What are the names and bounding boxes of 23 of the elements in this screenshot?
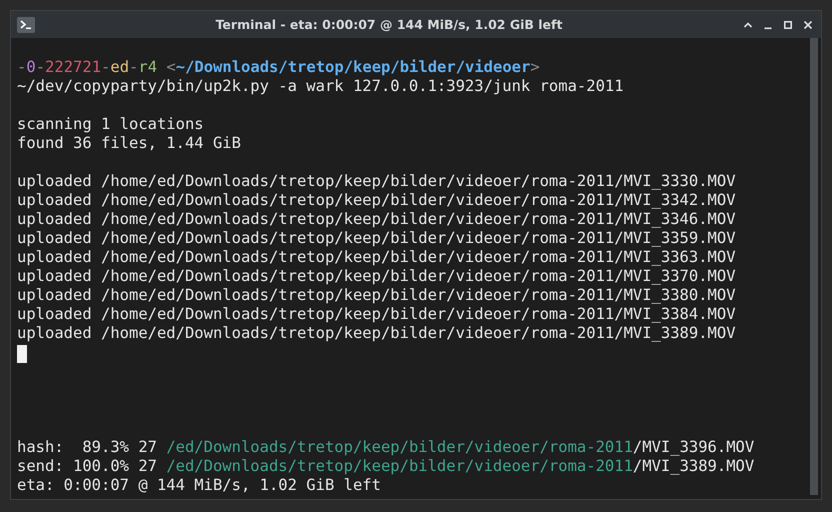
maximize-icon[interactable] [783, 20, 793, 30]
terminal-line: uploaded /home/ed/Downloads/tretop/keep/bilder/videoer/roma-2011/MVI_3342.MOV [17, 191, 737, 210]
terminal-line: uploaded /home/ed/Downloads/tretop/keep/bilder/videoer/roma-2011/MVI_3370.MOV [17, 267, 737, 286]
caret-up-icon[interactable] [743, 20, 753, 30]
status-line: hash: 89.3% 27 /ed/Downloads/tretop/keep/bilder/videoer/roma-2011/MVI_3396.MOV [17, 438, 756, 457]
status-line: send: 100.0% 27 /ed/Downloads/tretop/keep/bilder/videoer/roma-2011/MVI_3389.MOV [17, 457, 756, 476]
terminal-line: ~/dev/copyparty/bin/up2k.py -a wark 127.0.0.1:3923/junk roma-2011 [17, 77, 625, 96]
terminal-line: -0-222721-ed-r4 <~/Downloads/tretop/keep/bilder/videoer> [17, 58, 541, 77]
terminal-icon[interactable] [17, 16, 35, 32]
terminal-line: uploaded /home/ed/Downloads/tretop/keep/bilder/videoer/roma-2011/MVI_3330.MOV [17, 172, 737, 191]
terminal-line: uploaded /home/ed/Downloads/tretop/keep/bilder/videoer/roma-2011/MVI_3380.MOV [17, 286, 737, 305]
terminal-line: uploaded /home/ed/Downloads/tretop/keep/bilder/videoer/roma-2011/MVI_3389.MOV [17, 324, 737, 343]
terminal-line: uploaded /home/ed/Downloads/tretop/keep/bilder/videoer/roma-2011/MVI_3363.MOV [17, 248, 737, 267]
text-cursor [17, 345, 27, 363]
terminal-line: uploaded /home/ed/Downloads/tretop/keep/bilder/videoer/roma-2011/MVI_3359.MOV [17, 229, 737, 248]
close-icon[interactable] [803, 20, 813, 30]
scrollbar[interactable] [810, 38, 818, 495]
terminal-line: uploaded /home/ed/Downloads/tretop/keep/bilder/videoer/roma-2011/MVI_3384.MOV [17, 305, 737, 324]
window-title: Terminal - eta: 0:00:07 @ 144 MiB/s, 1.02 GiB left [214, 17, 564, 32]
terminal-line: uploaded /home/ed/Downloads/tretop/keep/bilder/videoer/roma-2011/MVI_3346.MOV [17, 210, 737, 229]
terminal-line: scanning 1 locations [17, 115, 205, 134]
status-line: eta: 0:00:07 @ 144 MiB/s, 1.02 GiB left [17, 476, 382, 495]
terminal-line: found 36 files, 1.44 GiB [17, 134, 242, 153]
